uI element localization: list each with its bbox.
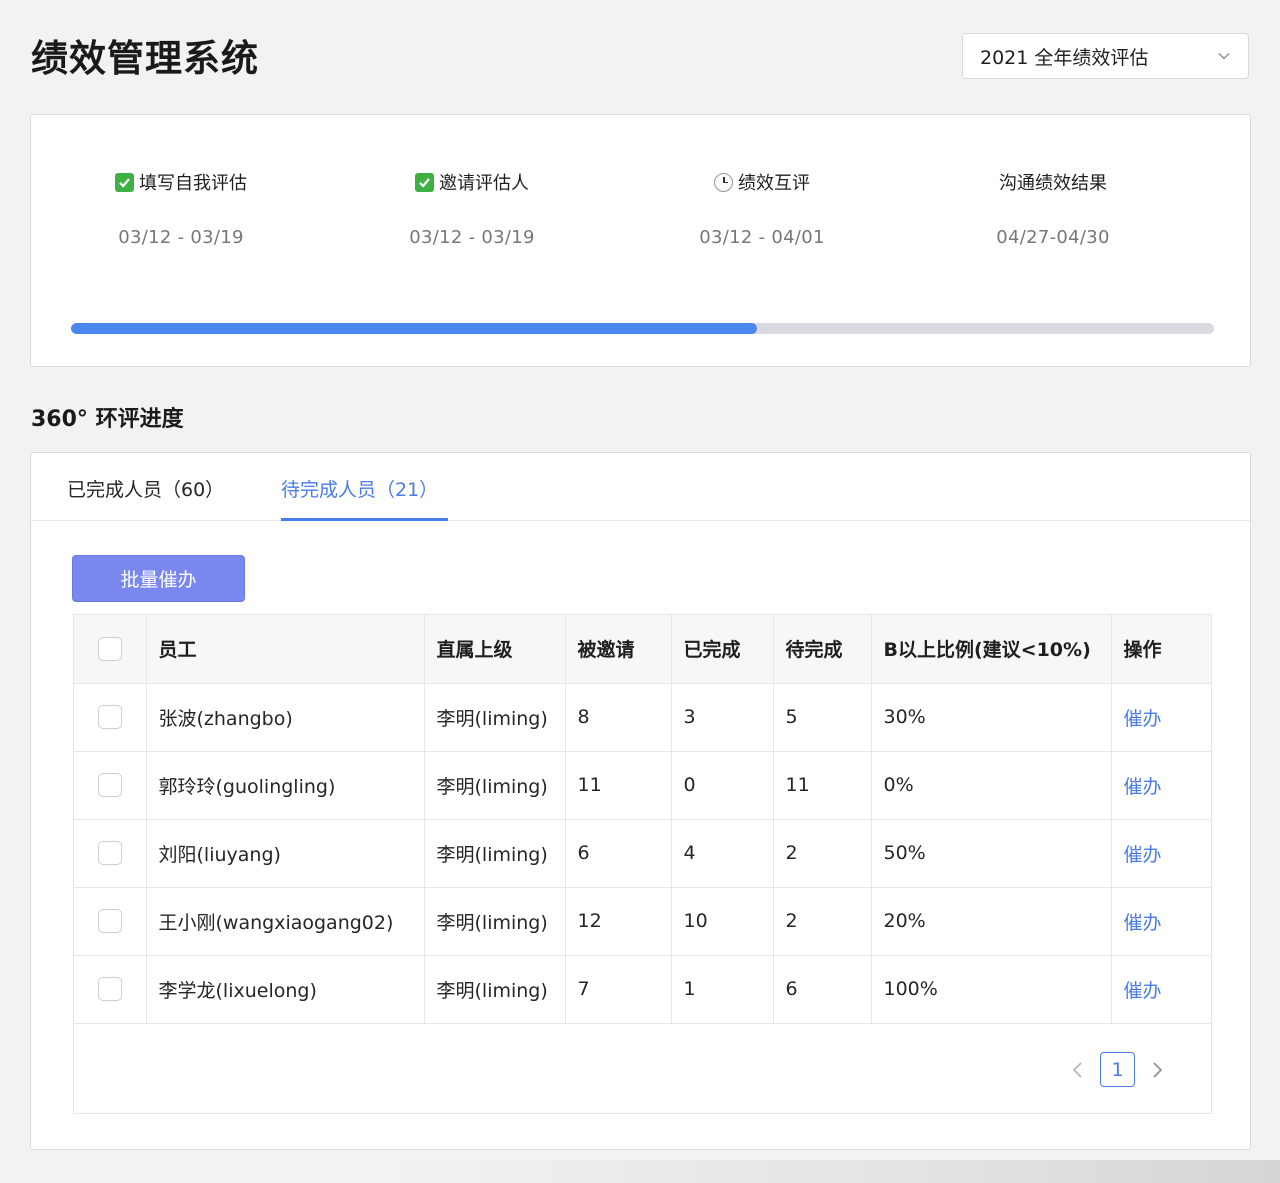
pending-cell: 11 <box>773 751 871 819</box>
table-row: 李学龙(lixuelong) 李明(liming) 7 1 6 100% 催办 <box>74 955 1211 1023</box>
pending-table: 员工 直属上级 被邀请 已完成 待完成 B以上比例(建议<10%) 操作 张波(… <box>73 614 1212 1114</box>
pending-cell: 2 <box>773 887 871 955</box>
app-title: 绩效管理系统 <box>31 28 259 82</box>
table-row: 王小刚(wangxiaogang02) 李明(liming) 12 10 2 2… <box>74 887 1211 955</box>
step-peer-review: 绩效互评 03/12 - 04/01 <box>632 170 892 248</box>
review-progress-panel: 已完成人员（60） 待完成人员（21） 批量催办 员工 直属上级 被邀请 已完成 <box>30 452 1251 1150</box>
page: 绩效管理系统 2021 全年绩效评估 填写自我评估 03/12 - 03/19 … <box>0 0 1280 1183</box>
row-checkbox[interactable] <box>98 841 122 865</box>
invited-cell: 7 <box>565 955 671 1023</box>
row-checkbox[interactable] <box>98 705 122 729</box>
ratio-cell: 30% <box>871 683 1111 751</box>
pending-cell: 5 <box>773 683 871 751</box>
checkmark-icon <box>415 173 434 192</box>
step-date: 04/27-04/30 <box>923 227 1183 248</box>
invited-cell: 11 <box>565 751 671 819</box>
urge-link[interactable]: 催办 <box>1124 844 1162 866</box>
completed-cell: 4 <box>671 819 773 887</box>
checkmark-icon <box>115 173 134 192</box>
invited-cell: 8 <box>565 683 671 751</box>
column-header: 操作 <box>1111 615 1211 683</box>
ratio-cell: 20% <box>871 887 1111 955</box>
manager-cell: 李明(liming) <box>424 751 565 819</box>
step-label: 邀请评估人 <box>439 169 529 195</box>
invited-cell: 6 <box>565 819 671 887</box>
page-number-button[interactable]: 1 <box>1100 1052 1135 1087</box>
bottom-shadow <box>380 1160 1280 1183</box>
column-header: 已完成 <box>671 615 773 683</box>
column-header: 被邀请 <box>565 615 671 683</box>
ratio-cell: 50% <box>871 819 1111 887</box>
completed-cell: 10 <box>671 887 773 955</box>
employee-cell: 刘阳(liuyang) <box>146 819 424 887</box>
column-header: 待完成 <box>773 615 871 683</box>
progress-bar-fill <box>71 323 757 334</box>
column-header: 员工 <box>146 615 424 683</box>
table-row: 张波(zhangbo) 李明(liming) 8 3 5 30% 催办 <box>74 683 1211 751</box>
completed-cell: 1 <box>671 955 773 1023</box>
step-invite-reviewers: 邀请评估人 03/12 - 03/19 <box>342 170 602 248</box>
step-label: 填写自我评估 <box>139 169 247 195</box>
row-checkbox[interactable] <box>98 909 122 933</box>
urge-link[interactable]: 催办 <box>1124 980 1162 1002</box>
ratio-cell: 0% <box>871 751 1111 819</box>
employee-cell: 王小刚(wangxiaogang02) <box>146 887 424 955</box>
urge-link[interactable]: 催办 <box>1124 708 1162 730</box>
table-row: 刘阳(liuyang) 李明(liming) 6 4 2 50% 催办 <box>74 819 1211 887</box>
section-title: 360° 环评进度 <box>31 401 184 433</box>
step-label: 绩效互评 <box>738 169 810 195</box>
period-select-value: 2021 全年绩效评估 <box>980 43 1217 70</box>
manager-cell: 李明(liming) <box>424 887 565 955</box>
chevron-right-icon <box>1150 1061 1164 1079</box>
chevron-left-icon <box>1071 1061 1085 1079</box>
urge-link[interactable]: 催办 <box>1124 776 1162 798</box>
employee-cell: 李学龙(lixuelong) <box>146 955 424 1023</box>
step-communicate-results: 沟通绩效结果 04/27-04/30 <box>923 170 1183 248</box>
row-checkbox[interactable] <box>98 773 122 797</box>
period-select[interactable]: 2021 全年绩效评估 <box>962 33 1249 79</box>
invited-cell: 12 <box>565 887 671 955</box>
pending-cell: 6 <box>773 955 871 1023</box>
row-checkbox[interactable] <box>98 977 122 1001</box>
progress-bar <box>71 323 1214 334</box>
urge-link[interactable]: 催办 <box>1124 912 1162 934</box>
prev-page-button[interactable] <box>1066 1058 1090 1082</box>
completed-cell: 0 <box>671 751 773 819</box>
select-all-checkbox[interactable] <box>98 637 122 661</box>
table-row: 郭玲玲(guolingling) 李明(liming) 11 0 11 0% 催… <box>74 751 1211 819</box>
tab-completed[interactable]: 已完成人员（60） <box>67 475 224 502</box>
step-date: 03/12 - 03/19 <box>342 227 602 248</box>
batch-urge-button[interactable]: 批量催办 <box>72 555 245 602</box>
step-date: 03/12 - 03/19 <box>51 227 311 248</box>
manager-cell: 李明(liming) <box>424 819 565 887</box>
column-header: 直属上级 <box>424 615 565 683</box>
employee-cell: 郭玲玲(guolingling) <box>146 751 424 819</box>
pending-cell: 2 <box>773 819 871 887</box>
next-page-button[interactable] <box>1145 1058 1169 1082</box>
ratio-cell: 100% <box>871 955 1111 1023</box>
clock-icon <box>714 173 733 192</box>
column-header: B以上比例(建议<10%) <box>871 615 1111 683</box>
pagination: 1 <box>1066 1052 1169 1087</box>
chevron-down-icon <box>1217 49 1231 63</box>
manager-cell: 李明(liming) <box>424 683 565 751</box>
completed-cell: 3 <box>671 683 773 751</box>
employee-cell: 张波(zhangbo) <box>146 683 424 751</box>
tab-pending[interactable]: 待完成人员（21） <box>281 475 438 502</box>
step-date: 03/12 - 04/01 <box>632 227 892 248</box>
tab-bar: 已完成人员（60） 待完成人员（21） <box>31 453 1250 521</box>
process-card: 填写自我评估 03/12 - 03/19 邀请评估人 03/12 - 03/19… <box>30 114 1251 367</box>
table-header-row: 员工 直属上级 被邀请 已完成 待完成 B以上比例(建议<10%) 操作 <box>74 615 1211 683</box>
step-self-evaluation: 填写自我评估 03/12 - 03/19 <box>51 170 311 248</box>
tab-active-indicator <box>281 518 448 521</box>
step-label: 沟通绩效结果 <box>999 169 1107 195</box>
manager-cell: 李明(liming) <box>424 955 565 1023</box>
